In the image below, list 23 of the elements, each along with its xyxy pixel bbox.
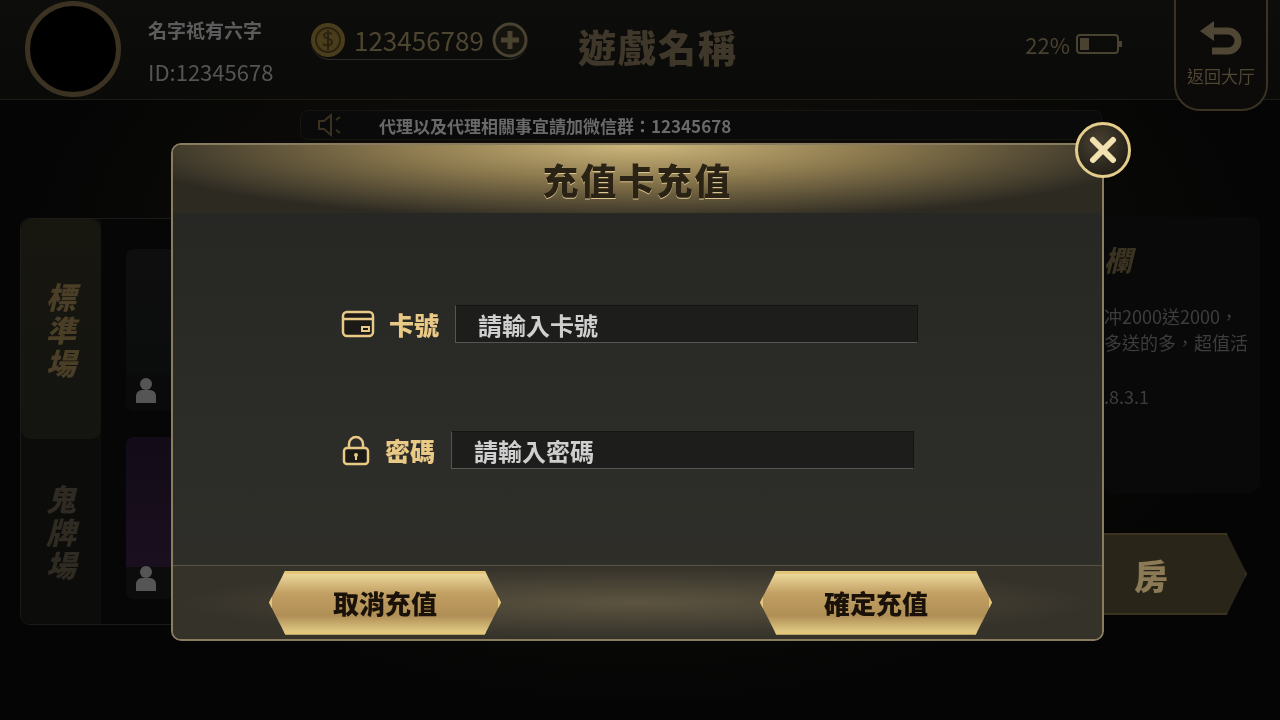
player-name: 名字祗有六字 (148, 16, 263, 43)
input-field[interactable]: 請輸入卡號 (455, 305, 918, 343)
input-field[interactable]: 請輸入密碼 (451, 431, 914, 469)
battery-percent: 22% (1025, 28, 1070, 60)
back-to-lobby-button[interactable]: 返回大厅 (1174, 0, 1268, 111)
field-label: 密碼 (385, 432, 436, 468)
close-button[interactable] (1075, 122, 1131, 178)
close-icon (1089, 136, 1117, 164)
coin-icon (310, 21, 346, 58)
dialog-title: 充值卡充值 (542, 153, 733, 205)
lock-icon (341, 434, 371, 466)
card-icon (341, 310, 375, 338)
confirm-button[interactable]: 確定充值 (760, 570, 992, 635)
cancel-button[interactable]: 取消充值 (269, 570, 501, 635)
battery-icon (1076, 33, 1124, 55)
notice-text: 代理以及代理相關事宜請加微信群：12345678 (379, 112, 732, 138)
user-icon (136, 565, 156, 591)
player-id: ID:12345678 (148, 55, 275, 87)
field-label: 卡號 (389, 306, 440, 342)
user-icon (136, 377, 156, 403)
coin-balance: 123456789 (354, 21, 484, 58)
speaker-icon (317, 113, 343, 137)
private-room-button[interactable]: 房 (1102, 533, 1247, 615)
